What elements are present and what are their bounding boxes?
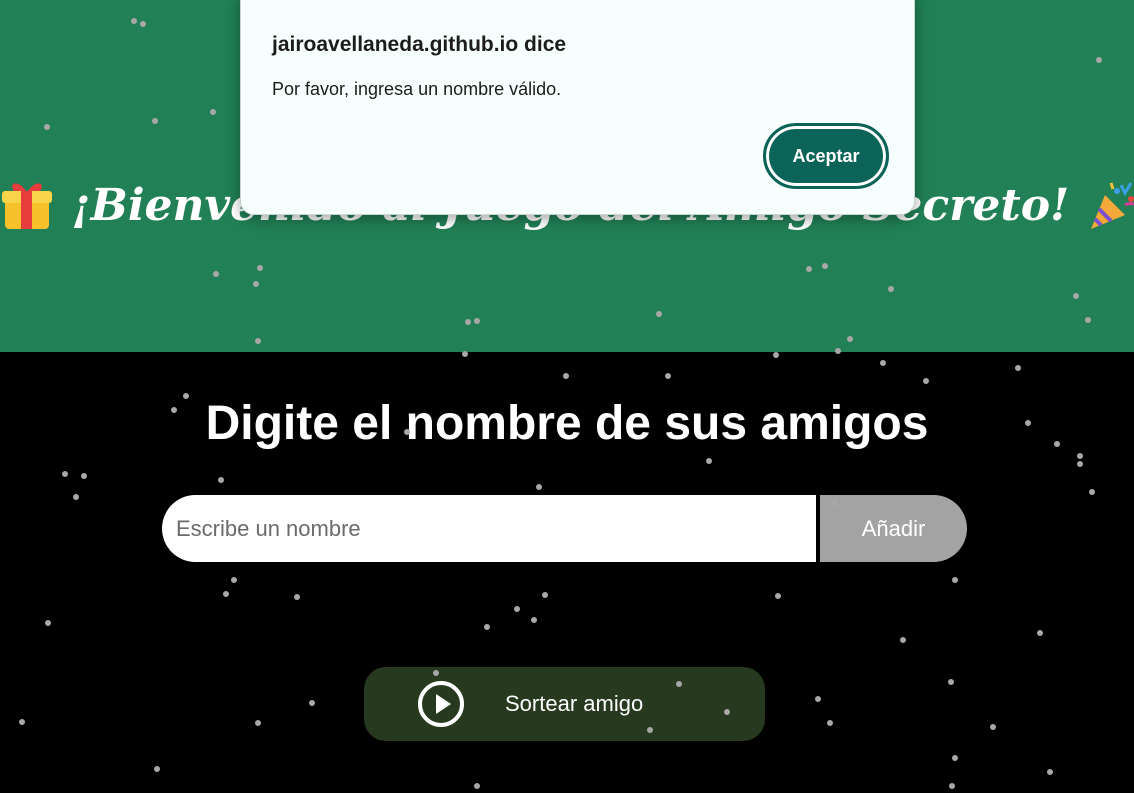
- party-popper-icon: [1090, 181, 1134, 229]
- section-heading: Digite el nombre de sus amigos: [205, 397, 929, 450]
- add-button[interactable]: Añadir: [820, 495, 967, 562]
- alert-title: jairoavellaneda.github.io dice: [272, 33, 567, 56]
- accept-button[interactable]: Aceptar: [763, 123, 889, 189]
- alert-message: Por favor, ingresa un nombre válido.: [272, 79, 562, 99]
- name-input-group: Añadir: [162, 495, 967, 562]
- play-circle-icon: [418, 681, 464, 727]
- alert-dialog: jairoavellaneda.github.io dice Por favor…: [240, 0, 915, 215]
- gift-icon: [2, 182, 52, 229]
- page: ¡Bienvenido al Juego del Amigo Secreto! …: [0, 0, 1134, 793]
- draw-button-label: Sortear amigo: [505, 691, 644, 716]
- name-input[interactable]: [162, 495, 816, 562]
- main-section: Digite el nombre de sus amigos Añadir So…: [0, 352, 1134, 793]
- draw-friend-button[interactable]: Sortear amigo: [364, 667, 765, 741]
